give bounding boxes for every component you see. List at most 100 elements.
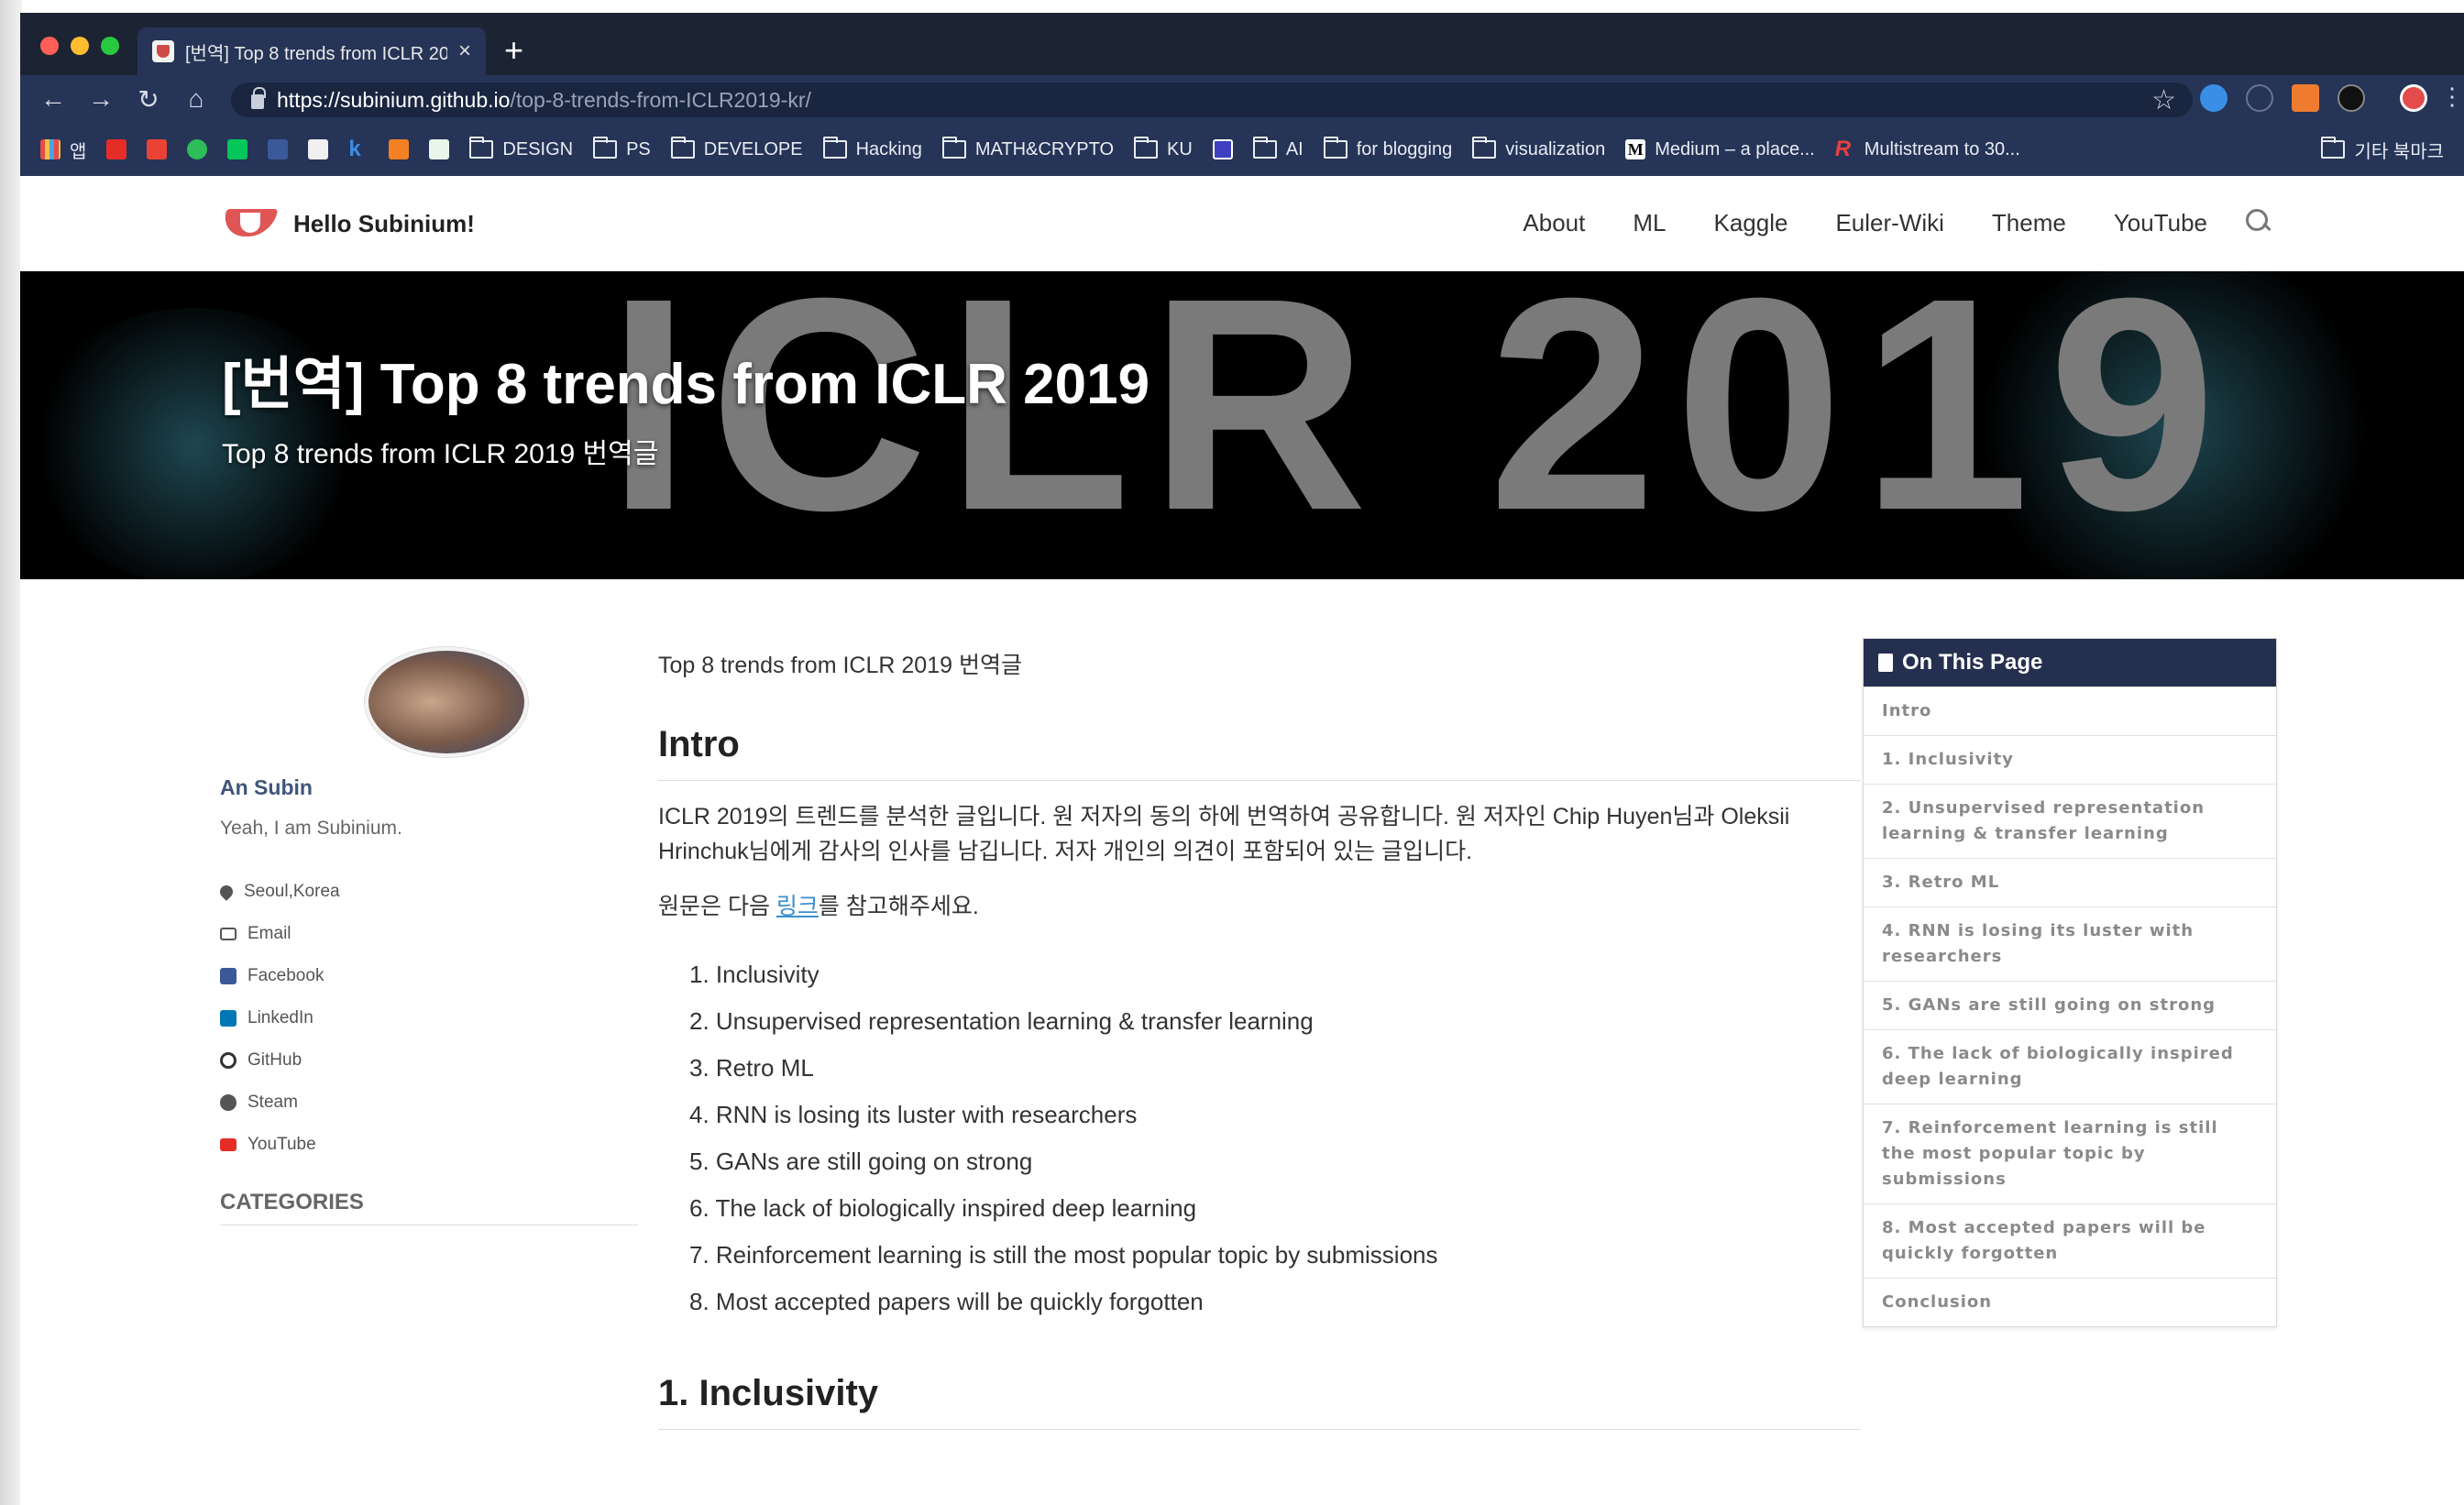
menu-icon[interactable]: ⋮ [2440,82,2464,111]
toc-item[interactable]: 4. RNN is losing its luster with researc… [1864,906,2276,981]
author-link-label: Email [248,924,292,943]
list-item: 3. Retro ML [689,1054,814,1082]
bookmark-star-icon[interactable]: ☆ [2151,84,2176,116]
bookmark-folder[interactable]: DEVELOPE [670,137,803,160]
author-link-location: Seoul,Korea [217,871,340,913]
on-this-page-toc: On This Page Intro 1. Inclusivity 2. Uns… [1863,638,2277,1327]
author-link-facebook[interactable]: Facebook [220,955,340,997]
toc-item[interactable]: 6. The lack of biologically inspired dee… [1864,1029,2276,1104]
folder-icon [2321,137,2346,159]
author-link-label: LinkedIn [248,1008,314,1027]
other-bookmarks[interactable]: 기타 북마크 [2321,123,2444,176]
toc-item[interactable]: 1. Inclusivity [1864,735,2276,784]
bookmark-icon[interactable] [187,139,208,159]
bookmark-folder[interactable]: MATH&CRYPTO [941,137,1114,160]
site-brand[interactable]: Hello Subinium! [224,207,475,240]
bookmark-folder[interactable]: PS [593,137,651,160]
url-path: /top-8-trends-from-ICLR2019-kr/ [510,87,811,112]
linkedin-icon [220,1010,236,1027]
new-tab-button[interactable]: + [504,31,523,70]
home-icon[interactable]: ⌂ [172,84,220,114]
bookmark-label: Medium – a place... [1655,138,1815,159]
bookmark-apps[interactable]: 앱 [40,137,86,163]
search-icon[interactable] [2244,207,2272,235]
bookmark-folder[interactable]: for blogging [1323,137,1452,160]
desktop-edge [0,0,22,1505]
author-link-linkedin[interactable]: LinkedIn [220,997,340,1039]
toc-item[interactable]: Intro [1864,687,2276,735]
facebook-bookmark-icon[interactable] [268,139,289,159]
bookmark-icon[interactable] [1212,139,1233,159]
location-icon [217,883,236,901]
url-text: https://subinium.github.io/top-8-trends-… [277,88,811,113]
extension-icon[interactable] [2338,84,2365,112]
youtube-bookmark-icon[interactable] [106,139,127,159]
bookmark-icon[interactable] [429,139,450,159]
extension-icon[interactable] [2200,84,2228,112]
blog-bookmark-icon[interactable] [308,139,329,159]
browser-tab[interactable]: [번역] Top 8 trends from ICLR 2019 × [138,27,486,75]
author-name[interactable]: An Subin [220,775,313,800]
stackoverflow-bookmark-icon[interactable] [389,139,410,159]
source-link[interactable]: 링크 [776,894,819,919]
author-link-email[interactable]: Email [220,913,340,955]
bookmark-medium[interactable]: M Medium – a place... [1625,139,1815,160]
author-link-label: YouTube [248,1135,316,1154]
nav-theme[interactable]: Theme [1992,209,2066,237]
close-window-button[interactable] [40,37,59,55]
bookmark-label: PS [626,138,651,159]
page-hero: ICLR 2019 [번역] Top 8 trends from ICLR 20… [20,271,2464,579]
toc-title: On This Page [1902,650,2043,675]
author-link-youtube[interactable]: YouTube [220,1124,340,1166]
author-link-github[interactable]: GitHub [220,1039,340,1082]
forward-icon[interactable]: → [77,84,125,114]
reload-icon[interactable]: ↻ [125,84,172,115]
maximize-window-button[interactable] [101,37,119,55]
folder-icon [1323,137,1348,159]
bookmark-restream[interactable]: R Multistream to 30... [1834,137,2020,161]
bookmark-folder[interactable]: AI [1252,137,1304,160]
gmail-bookmark-icon[interactable] [147,139,168,159]
nav-about[interactable]: About [1523,209,1585,237]
naver-bookmark-icon[interactable] [227,139,248,159]
bookmark-folder[interactable]: visualization [1472,137,1605,160]
bookmark-folder[interactable]: Hacking [822,137,922,160]
nav-youtube[interactable]: YouTube [2114,209,2207,237]
nav-kaggle[interactable]: Kaggle [1713,209,1788,237]
browser-toolbar: ← → ↻ ⌂ https://subinium.github.io/top-8… [20,75,2464,123]
categories-heading: CATEGORIES [220,1190,638,1225]
profile-avatar[interactable] [2400,84,2427,112]
folder-icon [670,137,695,159]
article-content: Top 8 trends from ICLR 2019 번역글 Intro IC… [658,647,1861,1430]
author-link-steam[interactable]: Steam [220,1082,340,1124]
source-link-paragraph: 원문은 다음 링크를 참고해주세요. [658,889,1861,924]
toc-item[interactable]: 8. Most accepted papers will be quickly … [1864,1203,2276,1278]
author-link-label: Seoul,Korea [244,882,340,901]
nav-ml[interactable]: ML [1633,209,1666,237]
window-controls [40,37,119,55]
close-tab-icon[interactable]: × [458,38,471,64]
toc-item[interactable]: 2. Unsupervised representation learning … [1864,784,2276,858]
title-bar: [번역] Top 8 trends from ICLR 2019 × + [20,13,2464,75]
bookmark-folder[interactable]: DESIGN [469,137,573,160]
toc-item[interactable]: 7. Reinforcement learning is still the m… [1864,1104,2276,1203]
toc-item[interactable]: Conclusion [1864,1278,2276,1326]
nav-euler-wiki[interactable]: Euler-Wiki [1835,209,1943,237]
extension-icon[interactable] [2292,84,2319,112]
back-icon[interactable]: ← [29,84,77,114]
link-prefix: 원문은 다음 [658,894,776,919]
restream-icon: R [1834,137,1852,161]
toc-item[interactable]: 3. Retro ML [1864,858,2276,906]
info-extension-icon[interactable] [2246,84,2273,112]
link-suffix: 를 참고해주세요. [818,894,979,919]
email-icon [220,928,236,940]
bookmark-label: 기타 북마크 [2354,141,2444,162]
address-bar[interactable]: https://subinium.github.io/top-8-trends-… [231,82,2193,117]
k-bookmark-icon[interactable]: k [348,138,368,160]
minimize-window-button[interactable] [71,37,89,55]
bookmark-folder[interactable]: KU [1134,137,1193,160]
site-favicon-icon [152,40,174,62]
author-bio: Yeah, I am Subinium. [220,818,402,839]
document-icon [1878,654,1893,672]
toc-item[interactable]: 5. GANs are still going on strong [1864,981,2276,1029]
